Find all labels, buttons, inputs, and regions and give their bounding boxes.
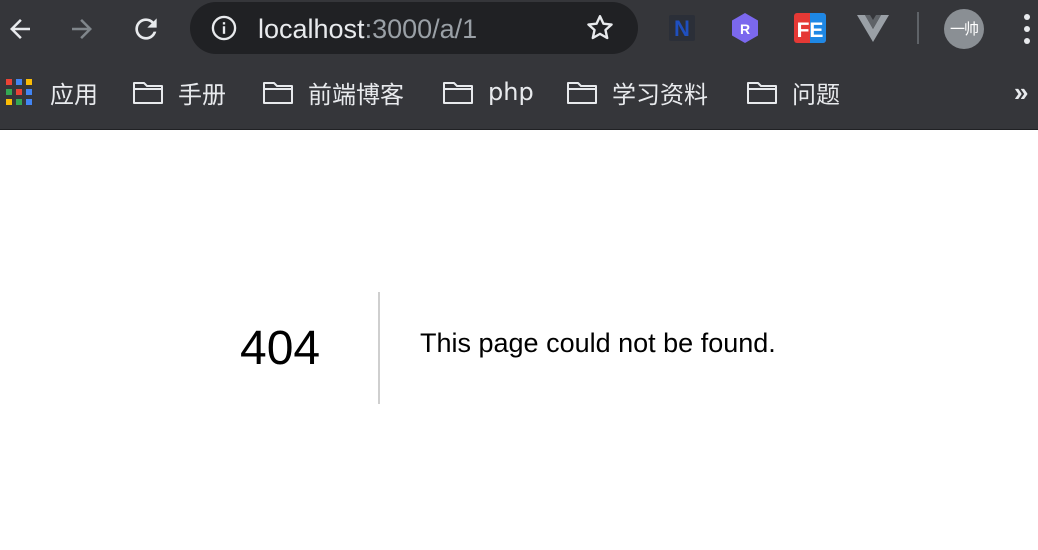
n-extension-icon[interactable]: N (664, 10, 700, 46)
apps-grid-icon (6, 79, 32, 105)
url-text[interactable]: localhost:3000/a/1 (258, 14, 477, 44)
fe-extension-icon[interactable]: FE (792, 10, 828, 46)
folder-icon (747, 82, 777, 104)
bookmark-label: php (488, 78, 534, 106)
vue-devtools-icon[interactable] (855, 10, 891, 46)
url-path: :3000/a/1 (364, 14, 478, 44)
r-extension-icon[interactable]: R (727, 10, 763, 46)
bookmark-folder-questions[interactable]: 问题 (746, 73, 840, 111)
reload-button[interactable] (126, 9, 166, 49)
profile-avatar[interactable]: 一帅 (944, 9, 984, 49)
reload-icon (135, 18, 157, 40)
bookmarks-overflow-button[interactable]: » (1014, 77, 1028, 108)
forward-button[interactable] (62, 9, 102, 49)
toolbar-divider (917, 12, 919, 44)
bookmark-label: 手册 (178, 80, 226, 109)
arrow-right-icon (72, 19, 92, 39)
folder-icon (443, 82, 473, 104)
bookmark-label: 前端博客 (308, 80, 404, 109)
info-icon[interactable] (210, 14, 238, 42)
bookmark-label: 问题 (792, 80, 840, 109)
arrow-left-icon (10, 19, 30, 39)
star-icon[interactable] (584, 12, 616, 44)
error-code: 404 (240, 322, 321, 375)
folder-icon (567, 82, 597, 104)
url-host: localhost (258, 14, 365, 44)
bookmark-folder-study-materials[interactable]: 学习资料 (566, 73, 708, 111)
bookmark-folder-frontend-blog[interactable]: 前端博客 (262, 73, 404, 111)
address-bar[interactable]: localhost:3000/a/1 (190, 2, 638, 54)
bookmark-apps-label: 应用 (50, 80, 98, 109)
folder-icon (263, 82, 293, 104)
bookmarks-bar: 应用 手册 前端博客 php 学习资料 问题 » (0, 58, 1038, 130)
bookmark-folder-php[interactable]: php (442, 73, 534, 111)
more-vert-icon[interactable] (1016, 12, 1038, 46)
bookmark-folder-manual[interactable]: 手册 (132, 73, 226, 111)
back-button[interactable] (0, 9, 40, 49)
folder-icon (133, 82, 163, 104)
bookmark-label: 学习资料 (612, 80, 708, 109)
fe-extension-letters: FE (797, 19, 824, 42)
bookmark-apps[interactable]: 应用 (6, 73, 98, 111)
r-extension-letter: R (740, 21, 750, 37)
n-extension-letter: N (674, 16, 690, 41)
error-message: This page could not be found. (420, 328, 776, 358)
browser-toolbar: localhost:3000/a/1 N R FE 一帅 (0, 0, 1038, 58)
error-divider (378, 292, 380, 404)
